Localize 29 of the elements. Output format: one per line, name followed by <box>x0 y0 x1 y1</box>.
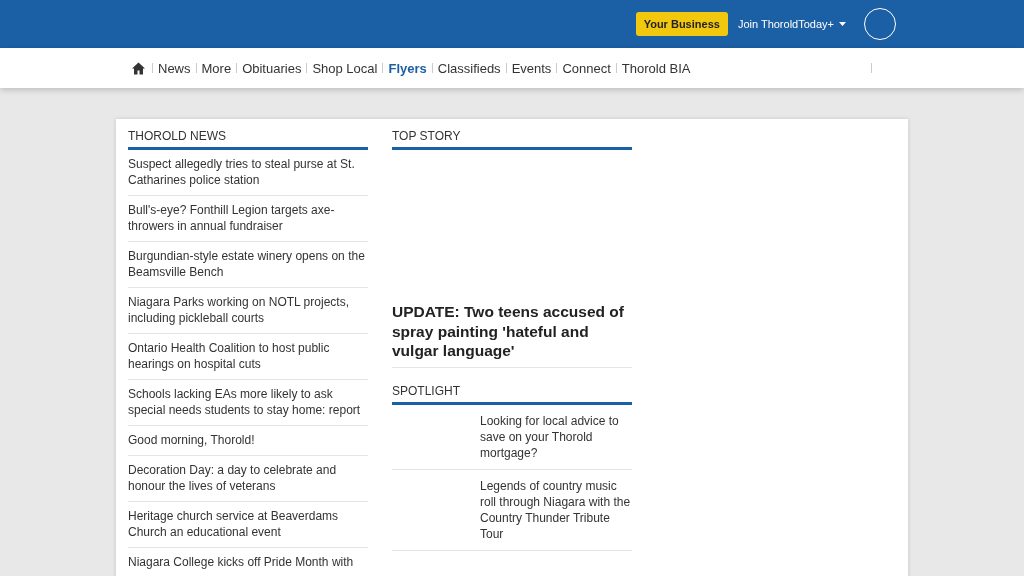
nav-link[interactable]: News <box>158 60 191 76</box>
article-link[interactable]: Good morning, Thorold! <box>128 426 368 456</box>
article-link[interactable]: Burgundian-style estate winery opens on the Beamsville Bench <box>128 242 368 288</box>
article-link[interactable]: Suspect allegedly tries to steal purse at St. Catharines police station <box>128 150 368 196</box>
nav-link[interactable]: Events <box>511 60 552 76</box>
nav-link[interactable]: Obituaries <box>242 60 302 76</box>
nav-link[interactable]: Thorold BIA <box>621 60 691 76</box>
article-link[interactable]: Bull's-eye? Fonthill Legion targets axe-throwers in annual fundraiser <box>128 196 368 242</box>
top-story-headline[interactable]: UPDATE: Two teens accused of spray painting 'hateful and vulgar language' <box>392 300 632 368</box>
nav-link[interactable]: Connect <box>562 60 611 76</box>
caret-icon[interactable] <box>839 22 846 26</box>
article-link[interactable]: Ontario Health Coalition to host public hearings on hospital cuts <box>128 334 368 380</box>
your-business-button[interactable]: Your Business <box>635 12 728 36</box>
nav-link[interactable]: Shop Local <box>312 60 378 76</box>
article-link[interactable]: Niagara Parks working on NOTL projects, including pickleball courts <box>128 288 368 334</box>
join-menu[interactable]: Join ThoroldToday+ <box>737 18 846 30</box>
article-link[interactable]: Niagara College kicks off Pride Month with <box>128 548 368 576</box>
article-link[interactable]: Heritage church service at Beaverdams Church an educational event <box>128 502 368 548</box>
nav-link[interactable]: Classifieds <box>437 60 501 76</box>
article-link[interactable]: Schools lacking EAs more likely to ask special needs students to stay home: report <box>128 380 368 426</box>
home-icon[interactable] <box>132 61 145 75</box>
spotlight-link[interactable]: Looking for local advice to save on your Thorold mortgage? <box>480 412 632 461</box>
nav-link[interactable]: More <box>201 60 232 76</box>
article-link[interactable]: Decoration Day: a day to celebrate and honour the lives of veterans <box>128 456 368 502</box>
section-heading: THOROLD NEWS <box>128 119 368 150</box>
section-heading: TOP STORY <box>392 119 632 150</box>
section-heading: SPOTLIGHT <box>392 373 632 405</box>
nav-link[interactable]: Flyers <box>388 60 427 76</box>
spotlight-link[interactable]: Legends of country music roll through Niagara with the Country Thunder Tribute Tour <box>480 477 632 542</box>
